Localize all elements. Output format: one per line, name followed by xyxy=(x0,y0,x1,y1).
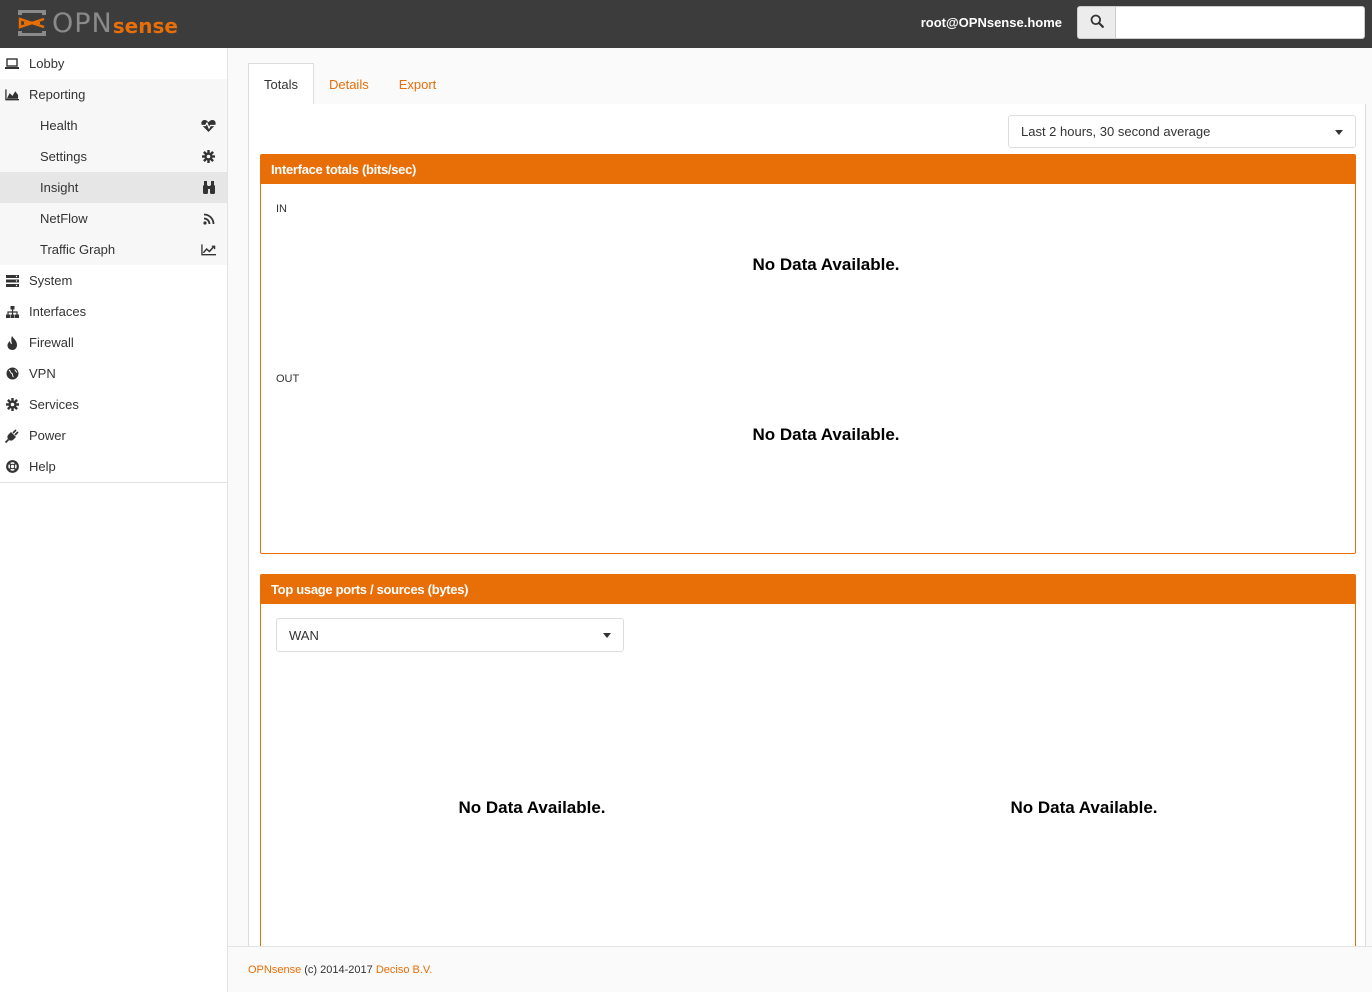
top-navbar: OPN sense root@OPNsense.home xyxy=(0,0,1372,48)
main-content: Totals Details Export Last 2 hours, 30 s… xyxy=(228,48,1372,954)
logo-mark-icon xyxy=(16,8,48,38)
search-input[interactable] xyxy=(1115,6,1365,39)
chevron-down-icon xyxy=(1335,129,1343,135)
interface-totals-panel: Interface totals (bits/sec) IN No Data A… xyxy=(260,154,1356,554)
sidebar-menu: Lobby Reporting Health Settings Insight xyxy=(0,48,227,483)
panel-title: Top usage ports / sources (bytes) xyxy=(261,575,1355,604)
sidebar-subitem-settings[interactable]: Settings xyxy=(0,141,227,172)
sidebar-subitem-label: Settings xyxy=(40,149,87,164)
area-chart-icon xyxy=(5,88,19,102)
sidebar-item-label: Lobby xyxy=(29,56,65,71)
interface-select[interactable]: WAN xyxy=(276,618,624,652)
sidebar-item-label: Power xyxy=(29,428,66,443)
user-link[interactable]: root@OPNsense.home xyxy=(921,15,1062,30)
footer-brand-link[interactable]: OPNsense xyxy=(248,964,301,976)
interface-select-value: WAN xyxy=(289,627,319,643)
sitemap-icon xyxy=(5,305,19,319)
cog-icon xyxy=(201,149,216,164)
sidebar-subitem-label: NetFlow xyxy=(40,211,88,226)
sidebar-subitem-traffic-graph[interactable]: Traffic Graph xyxy=(0,234,227,265)
rss-icon xyxy=(201,211,216,226)
sidebar-item-interfaces[interactable]: Interfaces xyxy=(0,296,227,327)
opnsense-logo[interactable]: OPN sense xyxy=(16,6,178,40)
server-icon xyxy=(5,274,19,288)
sources-nodata-message: No Data Available. xyxy=(1010,798,1158,817)
tab-export[interactable]: Export xyxy=(384,63,452,105)
chevron-down-icon xyxy=(603,633,611,638)
search-button[interactable] xyxy=(1077,6,1116,39)
fire-icon xyxy=(5,335,19,350)
tab-totals[interactable]: Totals xyxy=(248,63,314,105)
plug-icon xyxy=(5,428,19,443)
tab-bar: Totals Details Export xyxy=(248,63,451,105)
sidebar-item-label: Firewall xyxy=(29,335,74,350)
timeframe-select-value: Last 2 hours, 30 second average xyxy=(1021,124,1211,139)
search-icon xyxy=(1090,14,1104,31)
sidebar: Lobby Reporting Health Settings Insight xyxy=(0,48,228,992)
laptop-icon xyxy=(5,57,19,71)
panel-title: Interface totals (bits/sec) xyxy=(261,155,1355,184)
logo-subtext: sense xyxy=(112,13,178,38)
cog-icon xyxy=(5,398,19,412)
sidebar-item-services[interactable]: Services xyxy=(0,389,227,420)
tab-details[interactable]: Details xyxy=(314,63,384,105)
binoculars-icon xyxy=(201,180,216,195)
sidebar-item-lobby[interactable]: Lobby xyxy=(0,48,227,79)
life-ring-icon xyxy=(5,460,19,474)
sidebar-item-label: Interfaces xyxy=(29,304,87,319)
sidebar-subitem-label: Insight xyxy=(40,180,79,195)
sidebar-item-help[interactable]: Help xyxy=(0,451,227,482)
in-nodata-message: No Data Available. xyxy=(752,255,900,274)
footer-copyright: (c) 2014-2017 xyxy=(301,963,376,976)
sidebar-item-label: Reporting xyxy=(29,87,86,102)
out-nodata-message: No Data Available. xyxy=(752,425,900,444)
top-usage-panel: Top usage ports / sources (bytes) WAN No… xyxy=(260,574,1356,954)
sidebar-subitem-label: Health xyxy=(40,118,78,133)
sidebar-item-firewall[interactable]: Firewall xyxy=(0,327,227,358)
sidebar-subitem-label: Traffic Graph xyxy=(40,242,116,257)
in-label: IN xyxy=(276,203,287,215)
sidebar-item-label: Services xyxy=(29,397,79,412)
sidebar-item-label: Help xyxy=(29,459,56,474)
sidebar-subitem-netflow[interactable]: NetFlow xyxy=(0,203,227,234)
sidebar-subitem-health[interactable]: Health xyxy=(0,110,227,141)
sidebar-item-reporting[interactable]: Reporting xyxy=(0,79,227,110)
sidebar-item-label: VPN xyxy=(29,366,56,381)
out-label: OUT xyxy=(276,373,300,385)
sidebar-subitem-insight[interactable]: Insight xyxy=(0,172,227,203)
tab-content-totals: Last 2 hours, 30 second average Interfac… xyxy=(248,104,1366,954)
footer: OPNsense (c) 2014-2017 Deciso B.V. xyxy=(228,946,1372,992)
logo-text: OPN xyxy=(52,7,113,39)
timeframe-select[interactable]: Last 2 hours, 30 second average xyxy=(1008,115,1356,148)
sidebar-item-system[interactable]: System xyxy=(0,265,227,296)
ports-nodata-message: No Data Available. xyxy=(458,798,606,817)
sidebar-item-vpn[interactable]: VPN xyxy=(0,358,227,389)
sidebar-item-power[interactable]: Power xyxy=(0,420,227,451)
sidebar-item-label: System xyxy=(29,273,73,288)
footer-company-link[interactable]: Deciso B.V. xyxy=(376,964,432,976)
line-chart-icon xyxy=(201,242,216,257)
heartbeat-icon xyxy=(201,118,216,133)
globe-icon xyxy=(5,367,19,381)
